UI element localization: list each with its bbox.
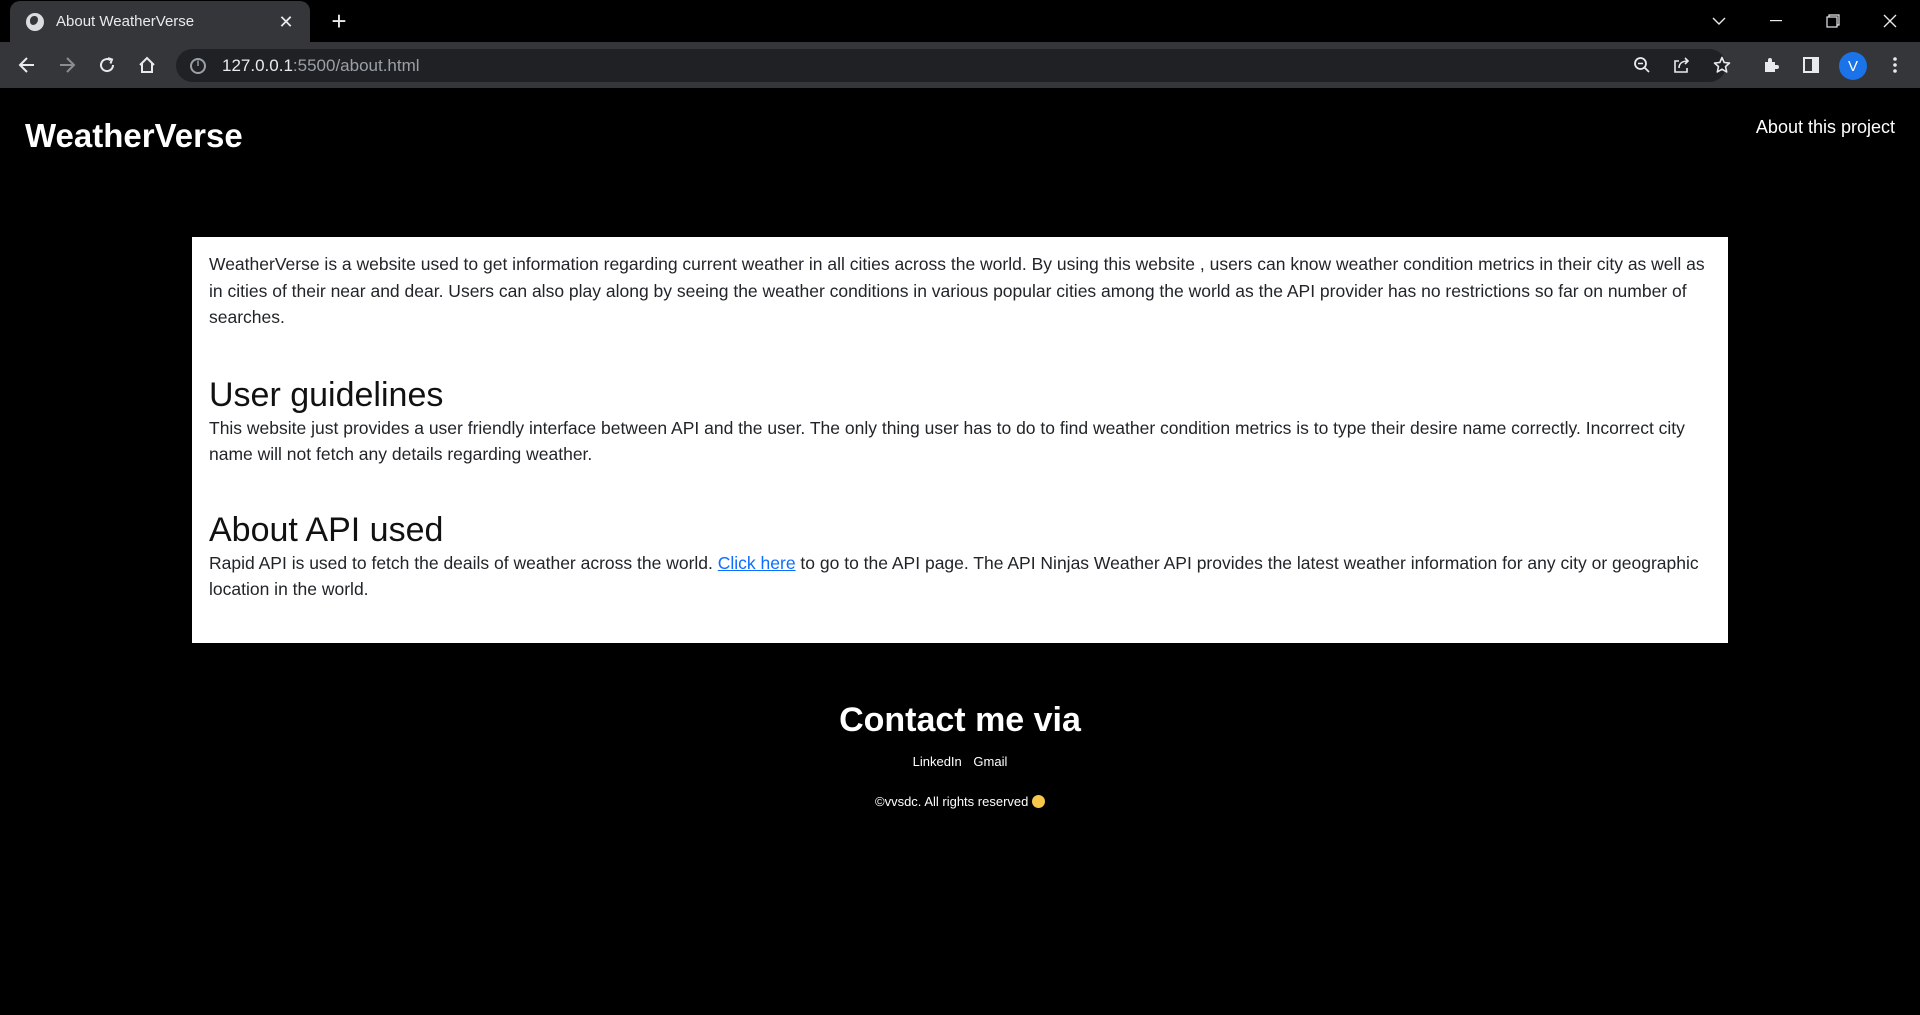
star-icon[interactable] (1706, 49, 1738, 81)
smiley-icon (1031, 795, 1045, 808)
minimize-icon[interactable] (1748, 0, 1804, 42)
address-bar[interactable]: 127.0.0.1:5500/about.html (176, 49, 1726, 82)
api-paragraph: Rapid API is used to fetch the deails of… (209, 550, 1711, 603)
restore-icon[interactable] (1805, 0, 1861, 42)
api-heading: About API used (209, 510, 444, 549)
home-icon[interactable] (131, 49, 163, 81)
footer: Contact me via LinkedIn Gmail ©vvsdc. Al… (0, 700, 1920, 809)
copyright: ©vvsdc. All rights reserved (0, 794, 1920, 809)
plus-icon[interactable]: + (325, 8, 353, 36)
zoom-icon[interactable] (1626, 49, 1658, 81)
back-icon[interactable] (11, 49, 43, 81)
intro-paragraph: WeatherVerse is a website used to get in… (209, 254, 1705, 327)
reload-icon[interactable] (91, 49, 123, 81)
linkedin-link[interactable]: LinkedIn (913, 754, 962, 769)
chevron-down-icon[interactable] (1691, 0, 1747, 42)
api-link[interactable]: Click here (718, 553, 796, 573)
close-icon[interactable]: ✕ (276, 12, 296, 32)
nav-about-link[interactable]: About this project (1756, 117, 1895, 138)
browser-toolbar: 127.0.0.1:5500/about.html V (0, 42, 1920, 88)
info-icon[interactable] (190, 57, 206, 74)
url-path: :5500/about.html (292, 55, 420, 75)
browser-tab[interactable]: About WeatherVerse ✕ (10, 1, 310, 42)
guidelines-paragraph: This website just provides a user friend… (209, 417, 1685, 465)
contact-links: LinkedIn Gmail (0, 754, 1920, 769)
forward-icon[interactable] (51, 49, 83, 81)
guidelines-heading: User guidelines (209, 375, 444, 414)
browser-titlebar: About WeatherVerse ✕ + (0, 0, 1920, 42)
side-panel-icon[interactable] (1795, 49, 1827, 81)
copyright-text: ©vvsdc. All rights reserved (875, 794, 1029, 809)
extensions-icon[interactable] (1755, 49, 1787, 81)
contact-heading: Contact me via (839, 701, 1081, 739)
api-text-before: Rapid API is used to fetch the deails of… (209, 552, 718, 573)
kebab-menu-icon[interactable] (1879, 49, 1911, 81)
profile-avatar[interactable]: V (1839, 52, 1867, 80)
brand-logo[interactable]: WeatherVerse (25, 117, 243, 155)
globe-icon (26, 12, 44, 31)
tab-title: About WeatherVerse (56, 13, 195, 30)
share-icon[interactable] (1666, 49, 1698, 81)
url-host: 127.0.0.1 (222, 55, 293, 75)
page-body: WeatherVerse About this project WeatherV… (0, 88, 1920, 1015)
gmail-link[interactable]: Gmail (973, 754, 1007, 769)
about-card: WeatherVerse is a website used to get in… (192, 237, 1728, 643)
close-window-icon[interactable] (1862, 0, 1918, 42)
